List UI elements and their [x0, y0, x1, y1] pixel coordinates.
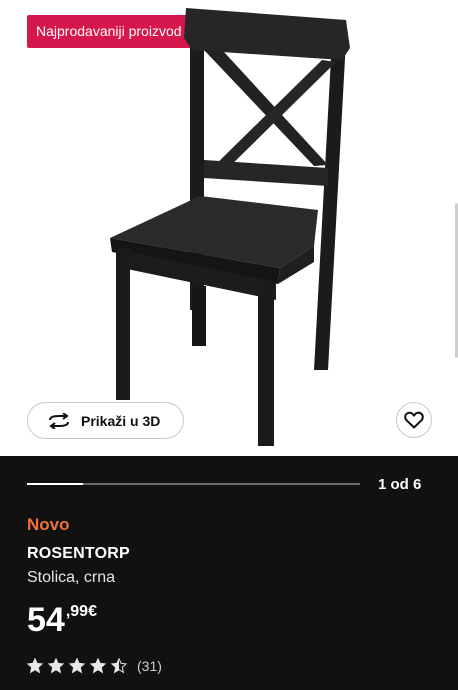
view-3d-label: Prikaži u 3D — [81, 412, 161, 429]
star-full-icon — [27, 658, 43, 674]
gallery-progress-fill — [27, 483, 83, 485]
rating-stars — [27, 658, 127, 674]
review-count: (31) — [137, 658, 162, 674]
favorite-button[interactable] — [396, 402, 432, 438]
star-full-icon — [90, 658, 106, 674]
view-3d-button[interactable]: Prikaži u 3D — [27, 402, 184, 439]
gallery-progress-bar — [27, 483, 360, 485]
heart-icon — [404, 411, 424, 429]
gallery-counter: 1 od 6 — [378, 476, 422, 493]
product-image-area[interactable]: Najprodavaniji proizvod Prikaži u 3D — [0, 0, 458, 456]
product-description: Stolica, crna — [27, 569, 116, 586]
rating[interactable]: (31) — [27, 656, 162, 676]
price-decimal: ,99€ — [65, 603, 97, 620]
chair-product-image — [110, 8, 350, 446]
product-name[interactable]: ROSENTORP — [27, 545, 130, 563]
new-tag: Novo — [27, 515, 70, 534]
star-full-icon — [69, 658, 85, 674]
product-price: 54 ,99€ — [27, 600, 97, 640]
rotate-3d-icon — [49, 412, 69, 429]
star-full-icon — [48, 658, 64, 674]
price-integer: 54 — [27, 601, 65, 639]
star-half-icon — [111, 658, 127, 674]
